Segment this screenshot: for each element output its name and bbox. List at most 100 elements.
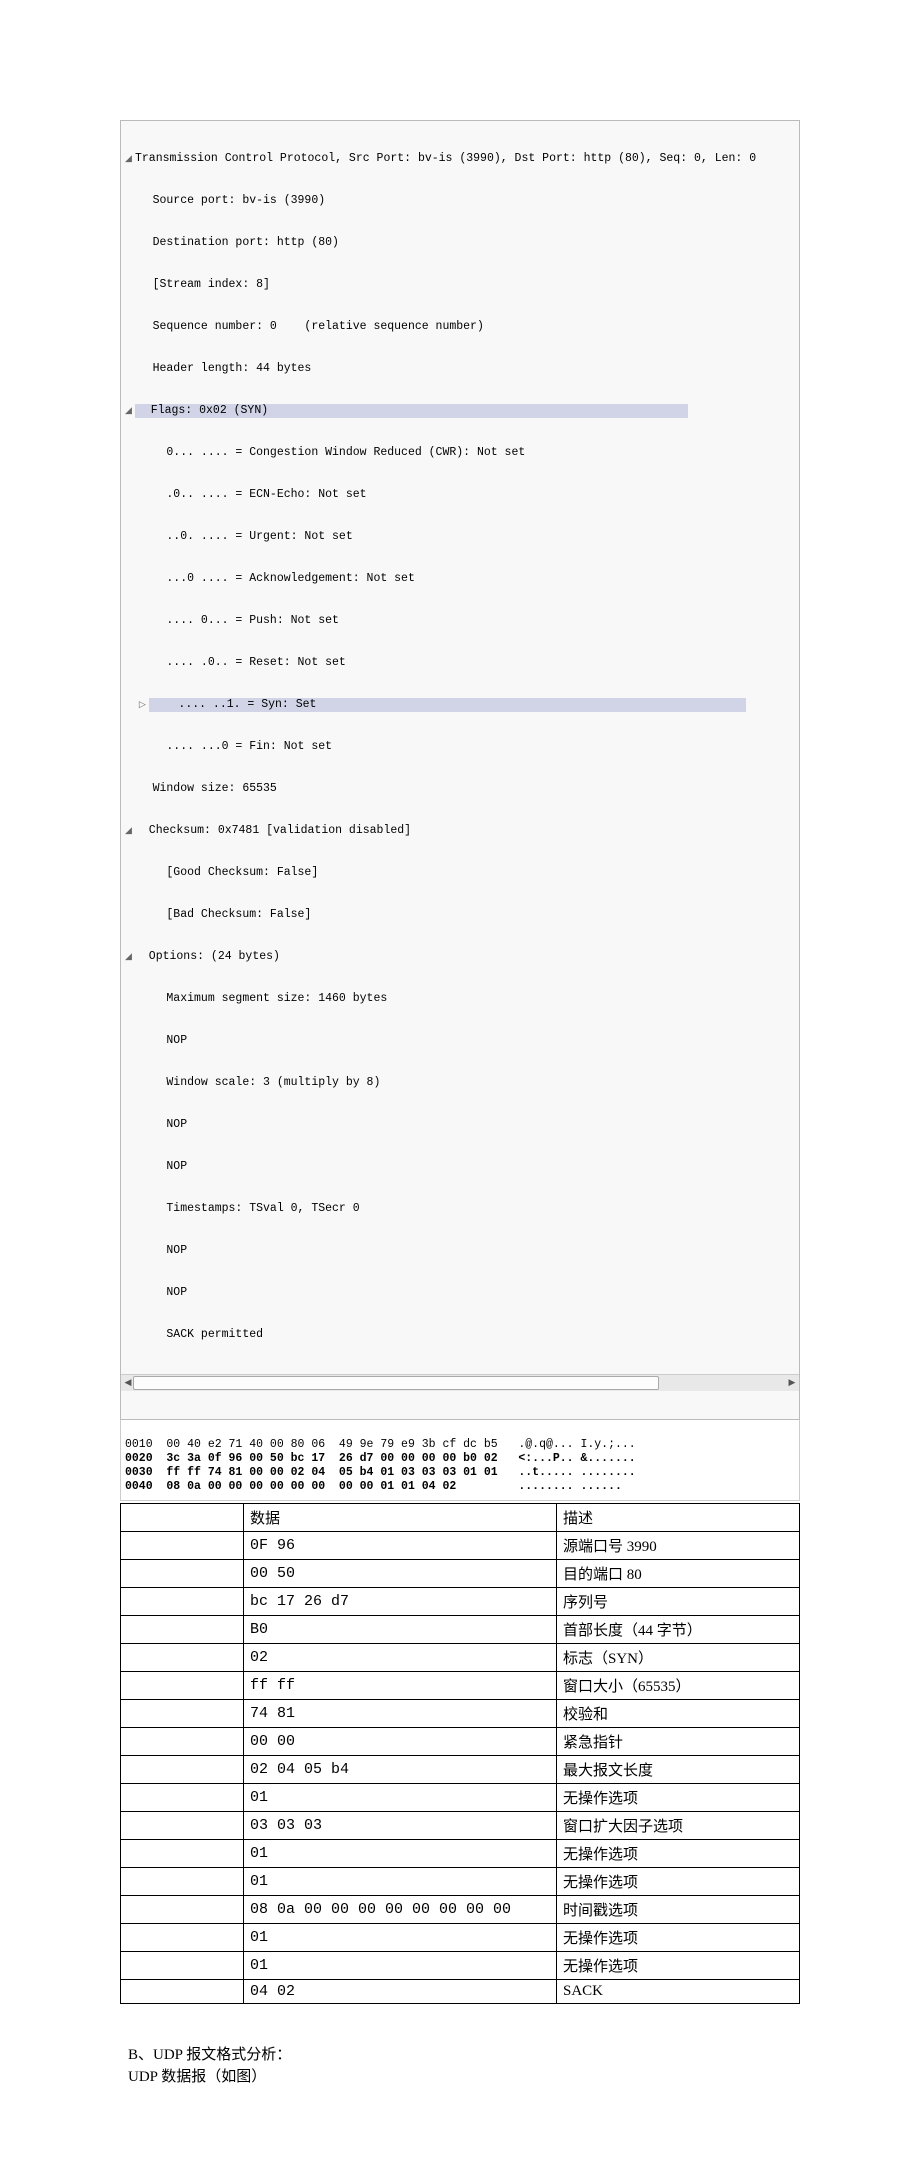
dissect-line: NOP [121, 1160, 799, 1174]
table-cell: 校验和 [557, 1700, 800, 1728]
dissect-line: Window size: 65535 [121, 782, 799, 796]
table-cell [121, 1980, 244, 2004]
packet-header-line: ◢Transmission Control Protocol, Src Port… [121, 152, 799, 166]
udp-line-1: B、UDP 报文格式分析： [128, 2044, 800, 2066]
table-row: 08 0a 00 00 00 00 00 00 00 00时间戳选项 [121, 1896, 800, 1924]
table-row: 0F 96源端口号 3990 [121, 1532, 800, 1560]
table-cell: ff ff [244, 1672, 557, 1700]
table-cell: 0F 96 [244, 1532, 557, 1560]
table-cell [121, 1896, 244, 1924]
dissect-line: Header length: 44 bytes [121, 362, 799, 376]
table-cell: 标志（SYN） [557, 1644, 800, 1672]
dissect-line: 0... .... = Congestion Window Reduced (C… [121, 446, 799, 460]
table-row: bc 17 26 d7序列号 [121, 1588, 800, 1616]
hex-row: 0020 3c 3a 0f 96 00 50 bc 17 26 d7 00 00… [125, 1452, 636, 1465]
table-row: ff ff窗口大小（65535） [121, 1672, 800, 1700]
table-cell: SACK [557, 1980, 800, 2004]
table-cell [121, 1616, 244, 1644]
tree-toggle-icon[interactable]: ◢ [125, 824, 135, 838]
dissect-line: NOP [121, 1034, 799, 1048]
table-cell [121, 1840, 244, 1868]
table-cell [121, 1588, 244, 1616]
table-cell: 目的端口 80 [557, 1560, 800, 1588]
table-cell: 紧急指针 [557, 1728, 800, 1756]
dissect-line: Timestamps: TSval 0, TSecr 0 [121, 1202, 799, 1216]
table-cell [121, 1812, 244, 1840]
dissect-line: Sequence number: 0 (relative sequence nu… [121, 320, 799, 334]
tree-toggle-icon[interactable]: ▷ [139, 698, 149, 712]
dissect-line: Destination port: http (80) [121, 236, 799, 250]
table-cell: 源端口号 3990 [557, 1532, 800, 1560]
dissect-line: ..0. .... = Urgent: Not set [121, 530, 799, 544]
table-row: 01无操作选项 [121, 1784, 800, 1812]
checksum-line: ◢ Checksum: 0x7481 [validation disabled] [121, 824, 799, 838]
table-cell: B0 [244, 1616, 557, 1644]
dissect-line: Source port: bv-is (3990) [121, 194, 799, 208]
table-cell [121, 1952, 244, 1980]
table-cell [121, 1728, 244, 1756]
table-cell: 无操作选项 [557, 1784, 800, 1812]
table-cell [121, 1532, 244, 1560]
udp-line-2: UDP 数据报（如图） [128, 2066, 800, 2088]
table-cell [121, 1672, 244, 1700]
table-row: 02标志（SYN） [121, 1644, 800, 1672]
dissect-line: [Bad Checksum: False] [121, 908, 799, 922]
table-row: 01无操作选项 [121, 1868, 800, 1896]
dissect-line: NOP [121, 1118, 799, 1132]
table-row: 03 03 03窗口扩大因子选项 [121, 1812, 800, 1840]
table-cell: bc 17 26 d7 [244, 1588, 557, 1616]
table-cell: 74 81 [244, 1700, 557, 1728]
table-cell: 首部长度（44 字节） [557, 1616, 800, 1644]
table-row: 00 00紧急指针 [121, 1728, 800, 1756]
table-row: 02 04 05 b4最大报文长度 [121, 1756, 800, 1784]
table-cell: 时间戳选项 [557, 1896, 800, 1924]
dissect-line: ...0 .... = Acknowledgement: Not set [121, 572, 799, 586]
dissect-line: Window scale: 3 (multiply by 8) [121, 1076, 799, 1090]
table-row: B0首部长度（44 字节） [121, 1616, 800, 1644]
table-cell: 02 04 05 b4 [244, 1756, 557, 1784]
table-row: 04 02SACK [121, 1980, 800, 2004]
table-cell: 01 [244, 1784, 557, 1812]
table-cell: 序列号 [557, 1588, 800, 1616]
hex-row: 0030 ff ff 74 81 00 00 02 04 05 b4 01 03… [125, 1466, 636, 1479]
tree-toggle-icon[interactable]: ◢ [125, 950, 135, 964]
table-cell: 00 00 [244, 1728, 557, 1756]
dissect-line: Maximum segment size: 1460 bytes [121, 992, 799, 1006]
dissect-line: .... .0.. = Reset: Not set [121, 656, 799, 670]
table-cell [121, 1924, 244, 1952]
syn-set-line: ▷ .... ..1. = Syn: Set [121, 698, 799, 712]
table-cell [121, 1700, 244, 1728]
dissect-line: SACK permitted [121, 1328, 799, 1342]
packet-details-pane: ◢Transmission Control Protocol, Src Port… [120, 120, 800, 1420]
dissect-line: NOP [121, 1286, 799, 1300]
table-cell: 窗口大小（65535） [557, 1672, 800, 1700]
scroll-thumb[interactable] [133, 1376, 659, 1390]
options-line: ◢ Options: (24 bytes) [121, 950, 799, 964]
table-cell [121, 1560, 244, 1588]
horizontal-scrollbar[interactable]: ◀ ▶ [121, 1374, 799, 1391]
table-cell: 00 50 [244, 1560, 557, 1588]
table-cell: 08 0a 00 00 00 00 00 00 00 00 [244, 1896, 557, 1924]
table-cell: 无操作选项 [557, 1840, 800, 1868]
dissect-line: .... 0... = Push: Not set [121, 614, 799, 628]
tree-toggle-icon[interactable]: ◢ [125, 152, 135, 166]
table-row: 74 81校验和 [121, 1700, 800, 1728]
table-cell: 窗口扩大因子选项 [557, 1812, 800, 1840]
table-cell: 无操作选项 [557, 1952, 800, 1980]
table-row: 00 50目的端口 80 [121, 1560, 800, 1588]
table-row: 01无操作选项 [121, 1952, 800, 1980]
dissect-line: .... ...0 = Fin: Not set [121, 740, 799, 754]
table-cell [121, 1644, 244, 1672]
table-cell: 无操作选项 [557, 1868, 800, 1896]
scroll-right-icon[interactable]: ▶ [785, 1375, 799, 1391]
tcp-field-table: 数据 描述 0F 96源端口号 399000 50目的端口 80bc 17 26… [120, 1503, 800, 2004]
table-header-cell [121, 1504, 244, 1532]
dissect-line: [Stream index: 8] [121, 278, 799, 292]
table-row: 01无操作选项 [121, 1840, 800, 1868]
hex-row: 0010 00 40 e2 71 40 00 80 06 49 9e 79 e9… [125, 1438, 636, 1451]
table-cell: 03 03 03 [244, 1812, 557, 1840]
hex-dump-pane: 0010 00 40 e2 71 40 00 80 06 49 9e 79 e9… [120, 1420, 800, 1501]
tree-toggle-icon[interactable]: ◢ [125, 404, 135, 418]
table-cell [121, 1756, 244, 1784]
table-cell: 02 [244, 1644, 557, 1672]
